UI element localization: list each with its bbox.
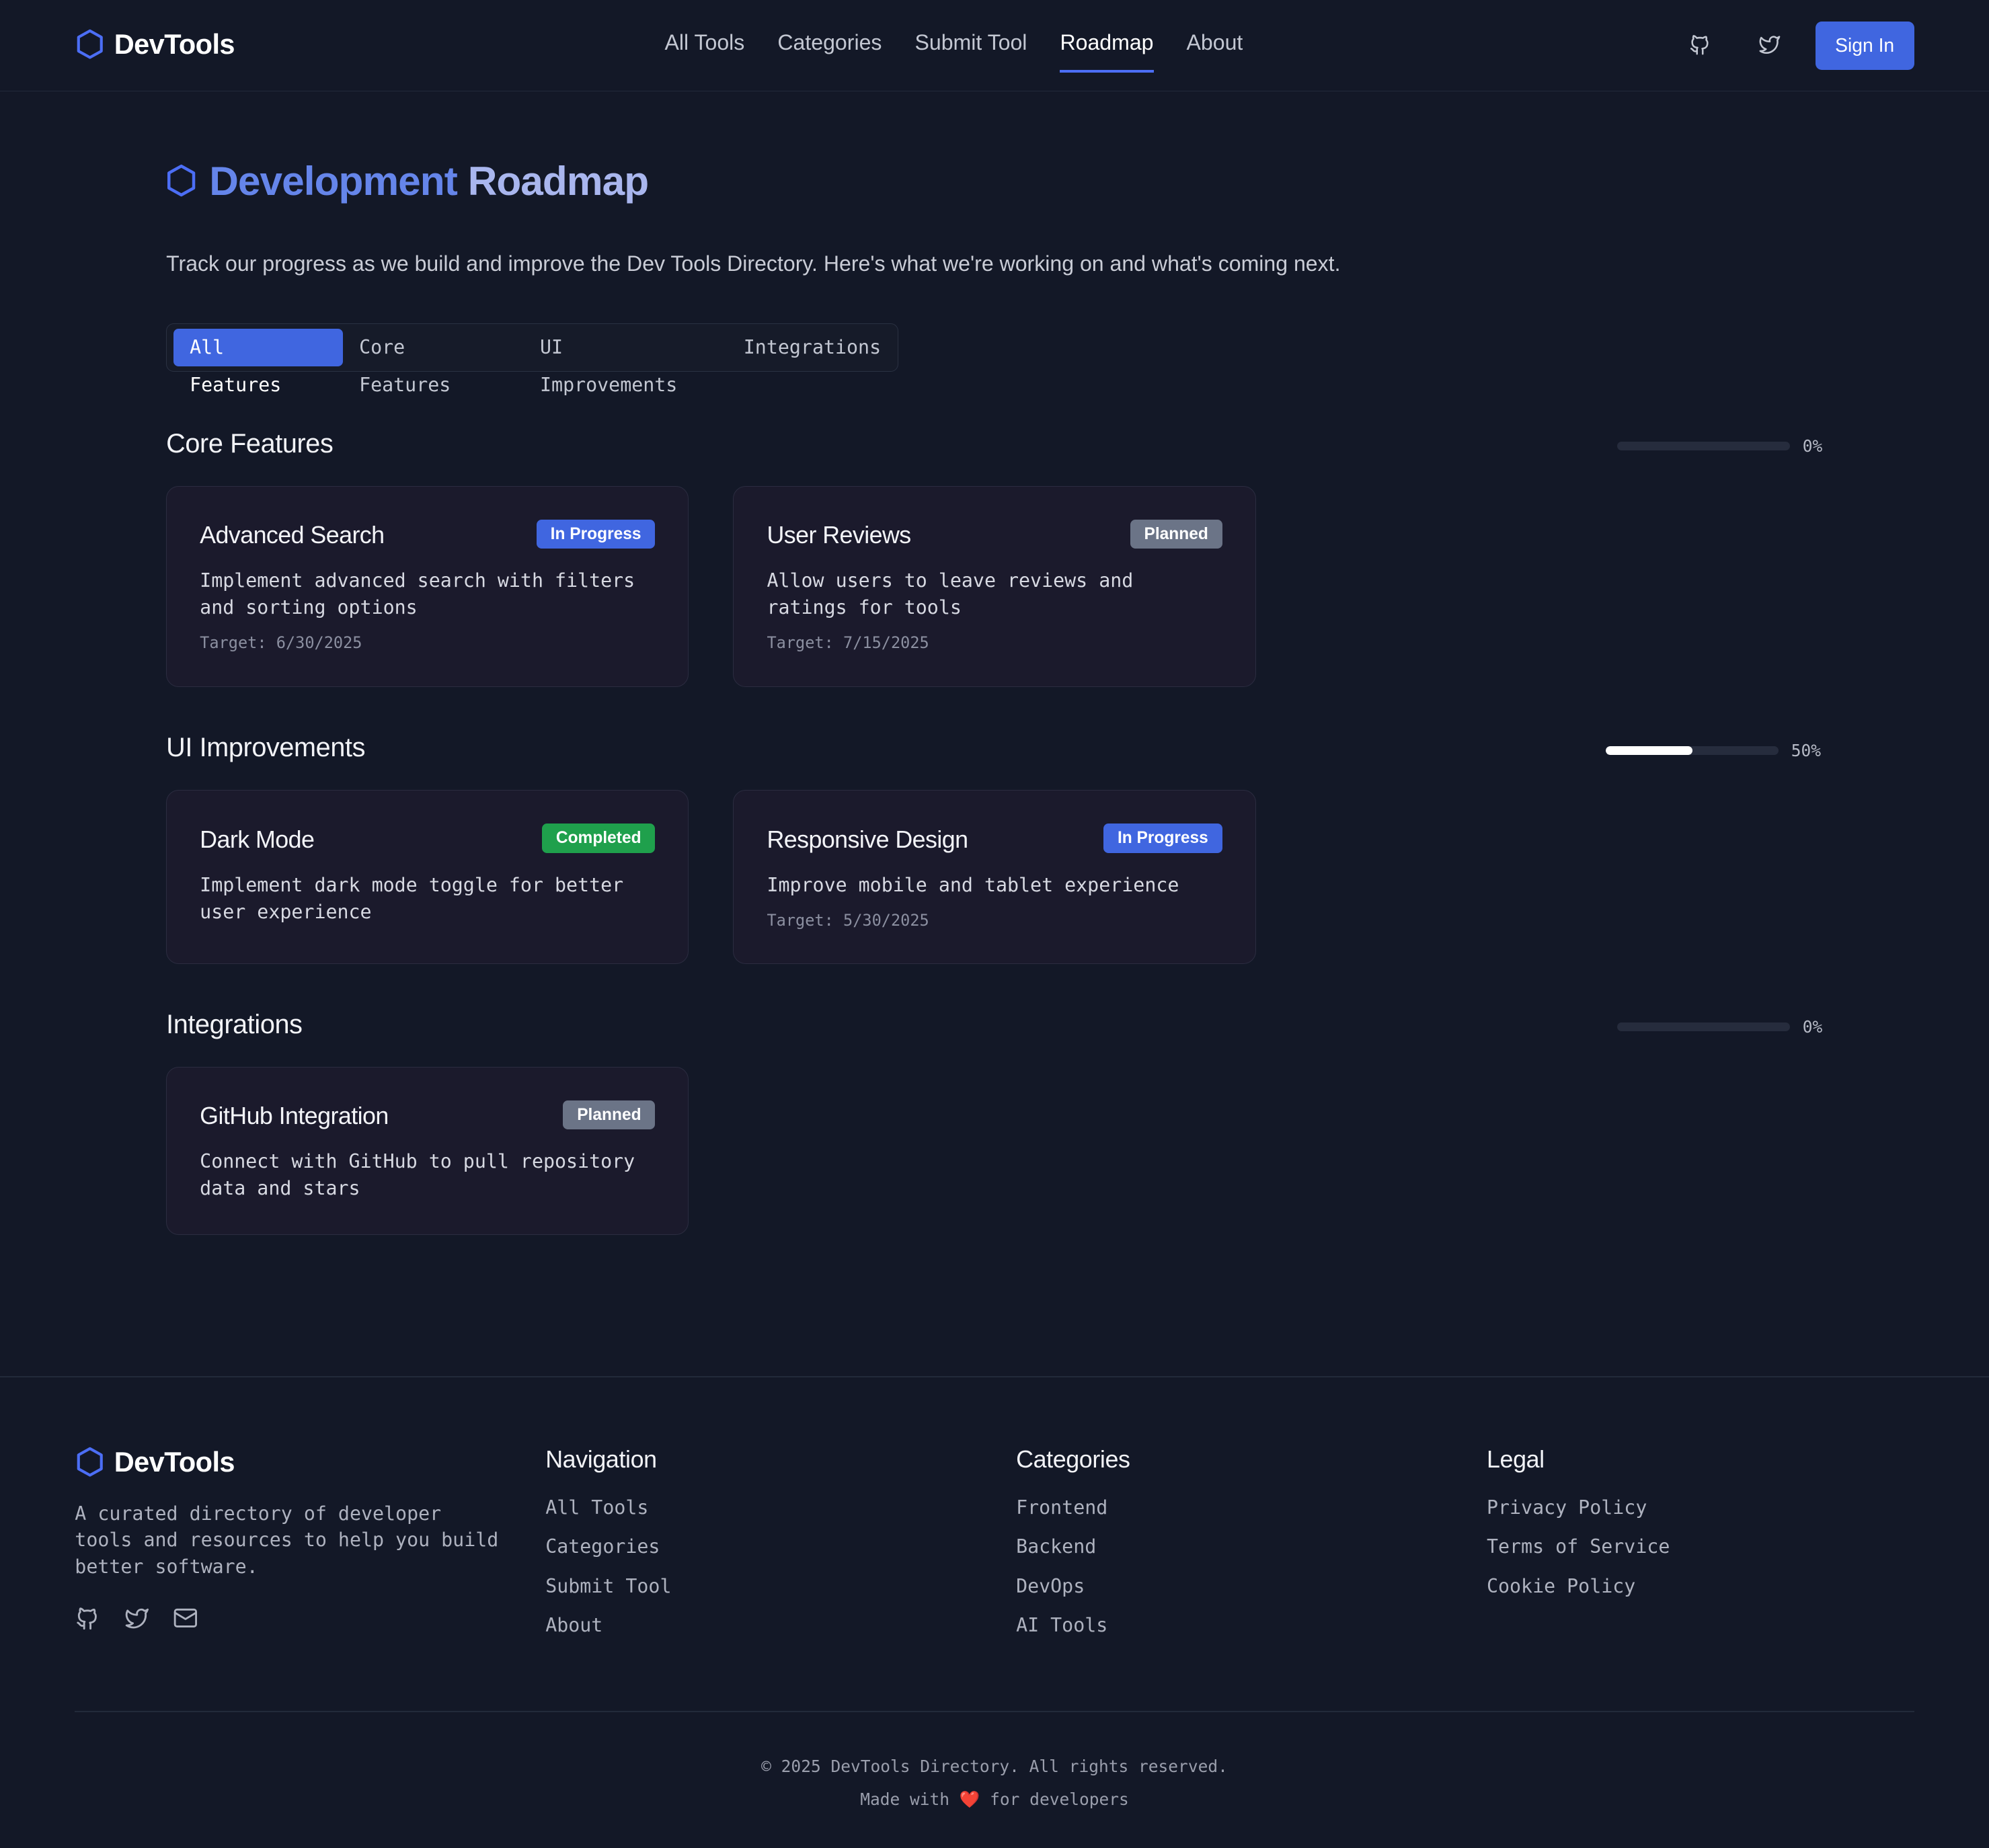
github-icon[interactable] [73, 1604, 102, 1632]
tab-ui-improvements[interactable]: UI Improvements [524, 329, 728, 397]
footer-column-legal: Legal Privacy Policy Terms of Service Co… [1487, 1446, 1670, 1614]
progress-bar [1617, 441, 1790, 451]
github-icon[interactable] [1686, 30, 1714, 58]
page-title: Development Roadmap [209, 157, 649, 204]
nav-categories[interactable]: Categories [777, 30, 882, 72]
card-title: Responsive Design [767, 826, 968, 854]
footer-link-terms-of-service[interactable]: Terms of Service [1487, 1535, 1670, 1574]
roadmap-card[interactable]: Dark Mode Completed Implement dark mode … [166, 790, 689, 964]
footer-about-text: A curated directory of developer tools a… [75, 1502, 499, 1578]
roadmap-card[interactable]: User Reviews Planned Allow users to leav… [733, 485, 1256, 688]
nav-all-tools[interactable]: All Tools [665, 30, 745, 72]
twitter-icon[interactable] [123, 1604, 151, 1632]
footer-top-divider [0, 1375, 1989, 1377]
section-title-core-features: Core Features [166, 428, 334, 458]
card-description: Implement advanced search with filters a… [200, 569, 635, 618]
footer-link-privacy-policy[interactable]: Privacy Policy [1487, 1496, 1670, 1535]
card-target-date: Target: 7/15/2025 [767, 633, 929, 653]
card-target-date: Target: 5/30/2025 [767, 911, 929, 930]
progress-bar-fill [1606, 746, 1692, 755]
footer-link-all-tools[interactable]: All Tools [545, 1496, 671, 1535]
footer-link-frontend[interactable]: Frontend [1016, 1496, 1130, 1535]
tab-integrations[interactable]: Integrations [727, 329, 897, 367]
card-title: Advanced Search [200, 522, 385, 549]
footer-link-submit-tool[interactable]: Submit Tool [545, 1575, 671, 1614]
mail-icon[interactable] [171, 1604, 200, 1632]
section-title-ui-improvements: UI Improvements [166, 733, 366, 763]
tab-all-features[interactable]: All Features [173, 328, 343, 396]
footer-link-backend[interactable]: Backend [1016, 1535, 1130, 1574]
copyright-text: © 2025 DevTools Directory. All rights re… [761, 1756, 1228, 1776]
footer-link-cookie-policy[interactable]: Cookie Policy [1487, 1575, 1670, 1614]
footer-column-title: Legal [1486, 1445, 1545, 1473]
twitter-icon[interactable] [1756, 30, 1784, 58]
footer-column-navigation: Navigation All Tools Categories Submit T… [545, 1446, 671, 1654]
card-title: User Reviews [767, 522, 911, 549]
progress-percent: 50% [1791, 740, 1821, 760]
footer-column-categories: Categories Frontend Backend DevOps AI To… [1016, 1446, 1130, 1654]
status-badge: In Progress [1103, 823, 1222, 853]
footer-brand-name: DevTools [114, 1445, 235, 1478]
page-title-word-1: Development [209, 157, 458, 204]
card-title: Dark Mode [200, 826, 315, 854]
site-header: DevTools All Tools Categories Submit Too… [0, 0, 1989, 91]
hexagon-title-icon [167, 165, 196, 197]
status-badge: Completed [542, 823, 656, 853]
made-with-suffix: for developers [990, 1789, 1129, 1809]
made-with-text: Made with ❤️ for developers [0, 1790, 1989, 1809]
footer-link-devops[interactable]: DevOps [1016, 1575, 1130, 1614]
heart-icon: ❤️ [959, 1789, 980, 1809]
hexagon-logo-icon [77, 1447, 103, 1477]
brand-logo[interactable]: DevTools [76, 28, 235, 61]
page-title-word-2: Roadmap [467, 157, 649, 204]
nav-submit-tool[interactable]: Submit Tool [914, 30, 1027, 72]
tab-core-features[interactable]: Core Features [343, 329, 524, 397]
footer-link-ai-tools[interactable]: AI Tools [1016, 1614, 1130, 1653]
card-description: Connect with GitHub to pull repository d… [200, 1150, 635, 1199]
footer-divider [75, 1710, 1914, 1712]
roadmap-card[interactable]: GitHub Integration Planned Connect with … [166, 1066, 689, 1236]
footer-link-about[interactable]: About [545, 1614, 671, 1653]
status-badge: Planned [1130, 519, 1222, 549]
section-progress: 0% [1617, 436, 1822, 456]
footer-link-categories[interactable]: Categories [545, 1535, 671, 1574]
status-badge: Planned [563, 1100, 656, 1129]
nav-roadmap[interactable]: Roadmap [1060, 30, 1154, 73]
card-description: Implement dark mode toggle for better us… [200, 874, 624, 923]
section-title-integrations: Integrations [166, 1009, 303, 1039]
progress-percent: 0% [1802, 436, 1823, 456]
progress-percent: 0% [1802, 1016, 1823, 1037]
section-progress: 50% [1606, 741, 1821, 760]
section-progress: 0% [1617, 1017, 1822, 1037]
progress-bar [1617, 1022, 1790, 1032]
footer-brand-logo[interactable]: DevTools [76, 1446, 235, 1478]
card-description: Allow users to leave reviews and ratings… [767, 569, 1134, 618]
progress-bar [1606, 746, 1779, 755]
roadmap-card[interactable]: Advanced Search In Progress Implement ad… [166, 485, 689, 688]
made-with-prefix: Made with [860, 1789, 950, 1809]
brand-name: DevTools [114, 28, 235, 60]
sign-in-button[interactable]: Sign In [1815, 22, 1914, 70]
card-target-date: Target: 6/30/2025 [200, 633, 362, 653]
card-description: Improve mobile and tablet experience [767, 874, 1179, 897]
page-intro: Track our progress as we build and impro… [166, 251, 1341, 276]
status-badge: In Progress [536, 519, 656, 549]
footer-column-title: Categories [1016, 1445, 1130, 1473]
roadmap-card[interactable]: Responsive Design In Progress Improve mo… [733, 790, 1256, 964]
card-title: GitHub Integration [200, 1102, 389, 1130]
page-title-row: Development Roadmap [166, 157, 649, 204]
footer-column-title: Navigation [545, 1445, 657, 1473]
filter-tabs: All Features Core Features UI Improvemen… [166, 323, 898, 397]
hexagon-logo-icon [77, 29, 103, 59]
main-nav: All Tools Categories Submit Tool Roadmap… [665, 30, 1276, 73]
nav-about[interactable]: About [1187, 30, 1243, 72]
